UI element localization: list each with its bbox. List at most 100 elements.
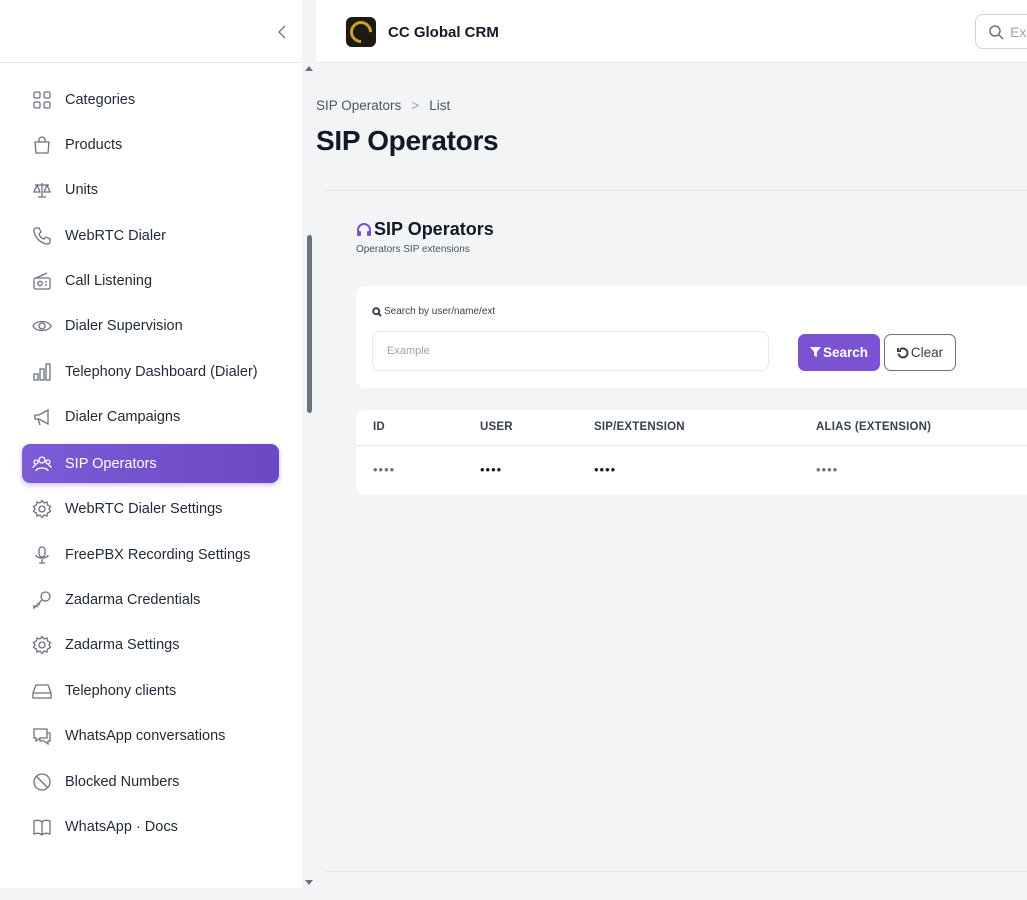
search-button-label: Search <box>822 345 869 360</box>
sidebar-item-label: Call Listening <box>65 272 153 289</box>
search-icon <box>372 306 382 317</box>
cog-icon <box>31 634 53 656</box>
sidebar-item-label: Dialer Campaigns <box>65 408 181 425</box>
sidebar-scrollbar[interactable] <box>302 63 316 888</box>
sidebar-item-zadarma-credentials[interactable]: Zadarma Credentials <box>22 580 279 619</box>
logo-icon <box>345 16 377 48</box>
sidebar-item-label: Blocked Numbers <box>65 773 180 790</box>
chat-icon <box>31 725 53 747</box>
footer-divider <box>324 871 1027 872</box>
column-header-user[interactable]: USER <box>480 421 513 433</box>
sidebar-item-webrtc-dialer[interactable]: WebRTC Dialer <box>22 216 279 255</box>
clear-button-label: Clear <box>910 345 944 360</box>
grid-icon <box>31 89 53 111</box>
divider <box>324 190 1027 191</box>
sidebar-item-categories[interactable]: Categories <box>22 80 279 119</box>
global-search-placeholder: Ex <box>1010 23 1027 40</box>
sidebar-item-telephony-dashboard[interactable]: Telephony Dashboard (Dialer) <box>22 352 279 391</box>
reset-icon <box>896 346 909 358</box>
breadcrumb-current: List <box>429 98 451 113</box>
microphone-icon <box>31 544 53 566</box>
clear-button[interactable]: Clear <box>884 334 956 371</box>
section-title-text: SIP Operators <box>374 219 494 239</box>
filter-label: Search by user/name/ext <box>372 306 495 317</box>
chevron-left-icon <box>278 25 286 39</box>
sidebar-item-call-listening[interactable]: Call Listening <box>22 261 279 300</box>
sidebar-item-label: FreePBX Recording Settings <box>65 546 251 563</box>
sidebar-item-label: WhatsApp · Docs <box>65 818 178 835</box>
phone-icon <box>31 225 53 247</box>
scroll-down-arrow-icon[interactable] <box>305 880 313 885</box>
headset-icon <box>357 222 371 236</box>
sidebar-item-label: Dialer Supervision <box>65 317 183 334</box>
breadcrumb-separator: > <box>411 98 420 113</box>
sidebar-item-whatsapp-conversations[interactable]: WhatsApp conversations <box>22 716 279 755</box>
column-header-alias[interactable]: ALIAS (EXTENSION) <box>816 421 931 433</box>
sidebar-item-telephony-clients[interactable]: Telephony clients <box>22 671 279 710</box>
sidebar-item-label: Categories <box>65 91 136 108</box>
key-icon <box>31 589 53 611</box>
sidebar-item-dialer-supervision[interactable]: Dialer Supervision <box>22 306 279 345</box>
cog-icon <box>31 498 53 520</box>
radio-icon <box>31 270 53 292</box>
filter-icon <box>809 347 821 358</box>
sidebar-item-sip-operators[interactable]: SIP Operators <box>22 444 279 483</box>
sidebar-item-label: Zadarma Credentials <box>65 591 201 608</box>
shopping-bag-icon <box>31 134 53 156</box>
filter-card: Search by user/name/ext Search Clear <box>356 286 1027 388</box>
column-header-id[interactable]: ID <box>373 421 385 433</box>
page-title: SIP Operators <box>316 125 499 156</box>
sidebar-item-dialer-campaigns[interactable]: Dialer Campaigns <box>22 397 279 436</box>
scroll-up-arrow-icon[interactable] <box>305 66 313 71</box>
users-icon <box>31 453 53 475</box>
section-subtitle: Operators SIP extensions <box>356 244 470 255</box>
scrollbar-thumb[interactable] <box>307 235 312 413</box>
sidebar-item-whatsapp-docs[interactable]: WhatsApp · Docs <box>22 807 279 846</box>
sidebar-item-label: WebRTC Dialer <box>65 227 166 244</box>
book-icon <box>31 816 53 838</box>
inbox-icon <box>31 680 53 702</box>
main-content: SIP Operators > List SIP Operators SIP O… <box>316 63 1027 888</box>
breadcrumb: SIP Operators > List <box>316 98 450 113</box>
section-header: SIP Operators Operators SIP extensions <box>356 219 494 255</box>
eye-icon <box>31 315 53 337</box>
sidebar-item-label: WebRTC Dialer Settings <box>65 500 223 517</box>
sidebar-item-webrtc-dialer-settings[interactable]: WebRTC Dialer Settings <box>22 489 279 528</box>
sidebar-item-zadarma-settings[interactable]: Zadarma Settings <box>22 625 279 664</box>
sidebar-item-label: SIP Operators <box>65 455 157 472</box>
sidebar-item-label: Zadarma Settings <box>65 636 180 653</box>
ban-icon <box>31 771 53 793</box>
search-icon <box>989 24 1004 40</box>
scale-icon <box>31 179 53 201</box>
sidebar-item-label: Telephony clients <box>65 682 177 699</box>
search-button[interactable]: Search <box>798 334 880 371</box>
bar-chart-icon <box>31 361 53 383</box>
sidebar-header <box>0 0 302 63</box>
sidebar-item-freepbx-recording[interactable]: FreePBX Recording Settings <box>22 535 279 574</box>
sidebar-item-label: Telephony Dashboard (Dialer) <box>65 363 258 380</box>
sidebar-item-label: Units <box>65 181 99 198</box>
cell-alias: •••• <box>816 462 839 477</box>
global-search-input[interactable]: Ex <box>975 14 1027 49</box>
sidebar-item-blocked-numbers[interactable]: Blocked Numbers <box>22 762 279 801</box>
sidebar-item-label: Products <box>65 136 123 153</box>
section-title: SIP Operators <box>356 219 494 240</box>
megaphone-icon <box>31 406 53 428</box>
breadcrumb-parent[interactable]: SIP Operators <box>316 98 401 113</box>
app-name: CC Global CRM <box>388 23 499 41</box>
search-input[interactable] <box>372 331 769 371</box>
collapse-sidebar-button[interactable] <box>272 20 292 44</box>
cell-sip-extension: •••• <box>594 462 617 477</box>
top-header: CC Global CRM Ex <box>316 0 1027 63</box>
sidebar-item-label: WhatsApp conversations <box>65 727 226 744</box>
sidebar-item-units[interactable]: Units <box>22 170 279 209</box>
cell-user: •••• <box>480 462 503 477</box>
sidebar: Categories Products Units WebRTC Dialer … <box>0 0 302 888</box>
column-header-sip-extension[interactable]: SIP/EXTENSION <box>594 421 685 433</box>
operators-table: ID USER SIP/EXTENSION ALIAS (EXTENSION) … <box>356 410 1027 495</box>
filter-label-text: Search by user/name/ext <box>384 306 496 317</box>
brand[interactable]: CC Global CRM <box>345 16 499 48</box>
sidebar-item-products[interactable]: Products <box>22 125 279 164</box>
cell-id: •••• <box>373 462 396 477</box>
table-header: ID USER SIP/EXTENSION ALIAS (EXTENSION) <box>356 410 1027 446</box>
